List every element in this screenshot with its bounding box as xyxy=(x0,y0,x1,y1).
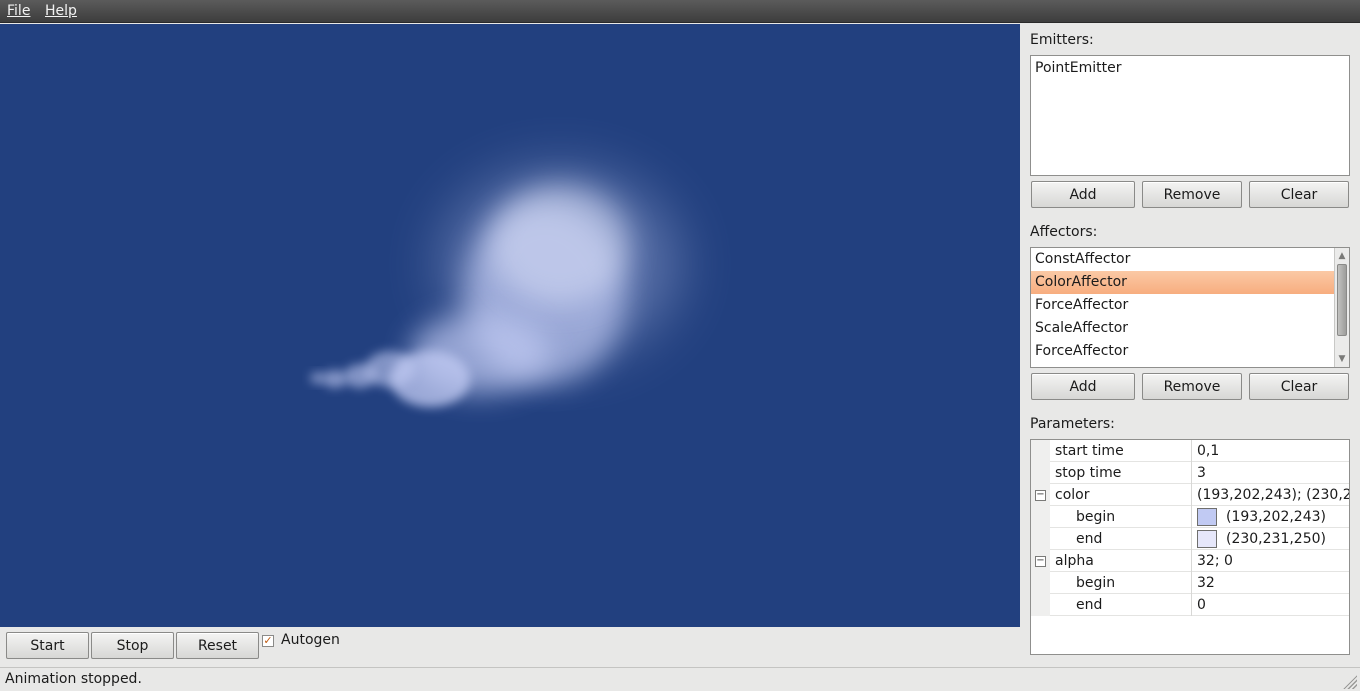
status-bar: Animation stopped. xyxy=(0,667,1360,691)
param-name: start time xyxy=(1055,443,1124,459)
param-value-cell[interactable]: 32 xyxy=(1191,572,1349,594)
emitters-list[interactable]: PointEmitter xyxy=(1030,55,1350,176)
param-value: 32 xyxy=(1197,575,1215,591)
param-value-cell[interactable]: 3 xyxy=(1191,462,1349,484)
parameters-label: Parameters: xyxy=(1030,416,1115,432)
param-name: end xyxy=(1076,531,1103,547)
param-value-cell[interactable]: 0,1 xyxy=(1191,440,1349,462)
menu-help-label: Help xyxy=(45,3,77,19)
param-name: color xyxy=(1055,487,1090,503)
collapse-icon[interactable]: − xyxy=(1035,490,1046,501)
parameters-tree[interactable]: start time 0,1 stop time 3 − color (193,… xyxy=(1030,439,1350,655)
param-value-cell[interactable]: (193,202,243); (230,231,250) xyxy=(1191,484,1349,506)
param-value: 0,1 xyxy=(1197,443,1220,459)
menu-bar: File Help xyxy=(0,0,1360,23)
affectors-label: Affectors: xyxy=(1030,224,1098,240)
status-text: Animation stopped. xyxy=(5,671,142,687)
list-item[interactable]: PointEmitter xyxy=(1031,56,1349,80)
smoke-cloud xyxy=(310,169,680,407)
param-row-stop-time[interactable]: stop time 3 xyxy=(1031,462,1349,484)
color-swatch[interactable] xyxy=(1197,530,1217,548)
row-gutter xyxy=(1031,440,1050,462)
param-value-cell[interactable]: 0 xyxy=(1191,594,1349,616)
affector-clear-button[interactable]: Clear xyxy=(1249,373,1349,400)
affectors-list[interactable]: ConstAffector ColorAffector ForceAffecto… xyxy=(1030,247,1350,368)
param-row-alpha-begin[interactable]: begin 32 xyxy=(1031,572,1349,594)
param-name: alpha xyxy=(1055,553,1094,569)
row-gutter xyxy=(1031,594,1050,616)
particle-render xyxy=(310,169,680,407)
row-gutter xyxy=(1031,462,1050,484)
list-item[interactable]: ScaleAffector xyxy=(1031,317,1334,340)
scroll-up-icon[interactable]: ▲ xyxy=(1335,250,1349,262)
param-value: 0 xyxy=(1197,597,1206,613)
autogen-label: Autogen xyxy=(281,632,340,648)
row-gutter xyxy=(1031,506,1050,528)
list-item[interactable]: ForceAffector xyxy=(1031,294,1334,317)
list-item-selected[interactable]: ColorAffector xyxy=(1031,271,1334,294)
list-item[interactable]: ForceAffector xyxy=(1031,340,1334,363)
param-name: end xyxy=(1076,597,1103,613)
reset-button[interactable]: Reset xyxy=(176,632,259,659)
emitter-add-button[interactable]: Add xyxy=(1031,181,1135,208)
param-value-cell[interactable]: (230,231,250) xyxy=(1191,528,1349,550)
menu-file-label: File xyxy=(7,3,31,19)
param-value: (230,231,250) xyxy=(1226,531,1326,547)
affectors-scrollbar[interactable]: ▲ ▼ xyxy=(1334,248,1349,367)
emitter-clear-button[interactable]: Clear xyxy=(1249,181,1349,208)
param-row-color-end[interactable]: end (230,231,250) xyxy=(1031,528,1349,550)
param-value-cell[interactable]: 32; 0 xyxy=(1191,550,1349,572)
scroll-down-icon[interactable]: ▼ xyxy=(1335,353,1349,365)
param-value: 32; 0 xyxy=(1197,553,1233,569)
resize-grip-icon[interactable] xyxy=(1343,675,1357,689)
param-value-cell[interactable]: (193,202,243) xyxy=(1191,506,1349,528)
param-row-start-time[interactable]: start time 0,1 xyxy=(1031,440,1349,462)
param-name: stop time xyxy=(1055,465,1122,481)
emitter-remove-button[interactable]: Remove xyxy=(1142,181,1242,208)
param-row-alpha-end[interactable]: end 0 xyxy=(1031,594,1349,616)
row-gutter xyxy=(1031,528,1050,550)
autogen-checkbox[interactable]: ✓ xyxy=(262,635,274,647)
color-swatch[interactable] xyxy=(1197,508,1217,526)
param-row-color[interactable]: − color (193,202,243); (230,231,250) xyxy=(1031,484,1349,506)
param-value: (193,202,243) xyxy=(1226,509,1326,525)
start-button[interactable]: Start xyxy=(6,632,89,659)
stop-button[interactable]: Stop xyxy=(91,632,174,659)
row-gutter xyxy=(1031,572,1050,594)
menu-help[interactable]: Help xyxy=(45,2,77,20)
menu-file[interactable]: File xyxy=(7,2,30,20)
collapse-icon[interactable]: − xyxy=(1035,556,1046,567)
param-name: begin xyxy=(1076,575,1116,591)
list-item[interactable]: ConstAffector xyxy=(1031,248,1334,271)
affector-remove-button[interactable]: Remove xyxy=(1142,373,1242,400)
scroll-thumb[interactable] xyxy=(1337,264,1347,336)
param-row-alpha[interactable]: − alpha 32; 0 xyxy=(1031,550,1349,572)
checkmark-icon: ✓ xyxy=(263,634,273,647)
affector-add-button[interactable]: Add xyxy=(1031,373,1135,400)
param-value: 3 xyxy=(1197,465,1206,481)
param-value: (193,202,243); (230,231,250) xyxy=(1197,487,1350,503)
param-row-color-begin[interactable]: begin (193,202,243) xyxy=(1031,506,1349,528)
emitters-label: Emitters: xyxy=(1030,32,1094,48)
particle-viewport[interactable] xyxy=(0,24,1020,627)
param-name: begin xyxy=(1076,509,1116,525)
